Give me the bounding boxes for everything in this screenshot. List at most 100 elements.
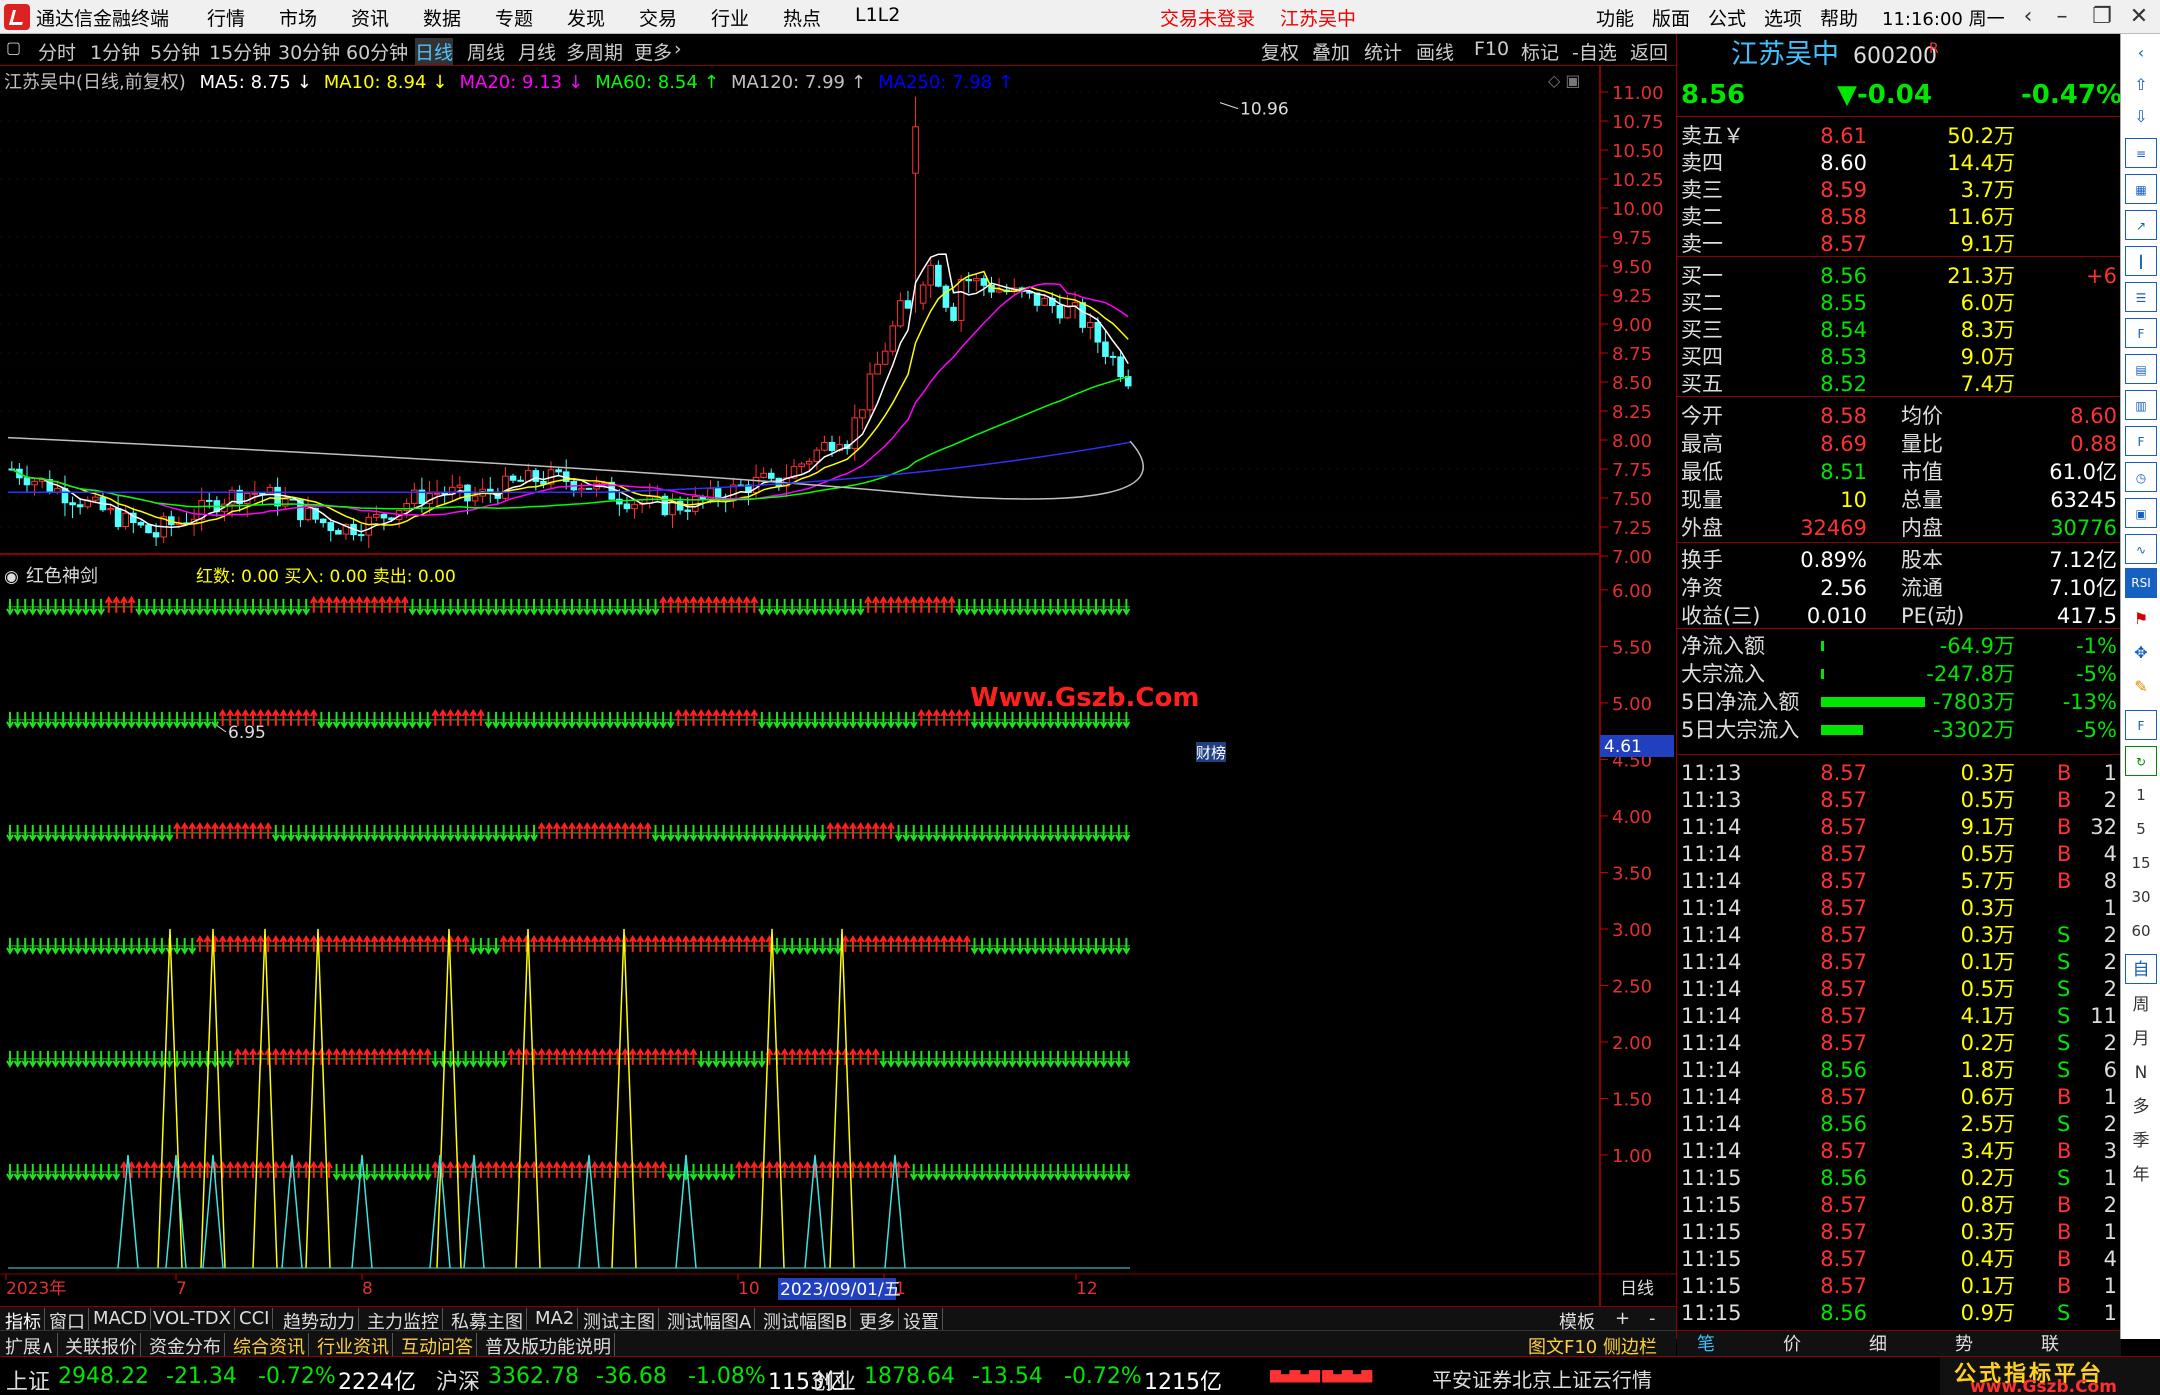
period-30min[interactable]: 30分钟 bbox=[278, 38, 340, 65]
back-icon[interactable]: ‹ bbox=[2011, 2, 2045, 32]
buy-arrow bbox=[750, 708, 759, 726]
menu-jiaoyi[interactable]: 交易 bbox=[639, 4, 677, 31]
f2-icon[interactable]: F bbox=[2125, 426, 2157, 456]
flow-label: 大宗流入 bbox=[1681, 662, 1765, 686]
menu-bangzhu[interactable]: 帮助 bbox=[1820, 4, 1858, 31]
calendar-icon[interactable]: ▣ bbox=[2125, 498, 2157, 528]
list-icon[interactable]: ≡ bbox=[2125, 138, 2157, 168]
menu-shichang[interactable]: 市场 bbox=[279, 4, 317, 31]
period-30-icon[interactable]: 30 bbox=[2125, 882, 2157, 912]
report-icon[interactable]: ▥ bbox=[2125, 390, 2157, 420]
restore-icon[interactable]: ❐ bbox=[2085, 2, 2119, 32]
buy-arrow bbox=[682, 595, 690, 613]
side-tool-2[interactable]: 月 bbox=[2125, 1024, 2157, 1054]
side-tool-0[interactable]: 自 bbox=[2125, 954, 2157, 984]
up-arrow-icon[interactable]: ⇧ bbox=[2125, 70, 2157, 100]
period-fenshi[interactable]: 分时 bbox=[38, 38, 76, 65]
period-more[interactable]: 更多 bbox=[634, 38, 672, 65]
collapse-left-icon[interactable]: ‹ bbox=[2125, 38, 2157, 68]
menu-redian[interactable]: 热点 bbox=[783, 4, 821, 31]
index-name-0[interactable]: 上证 bbox=[6, 1364, 50, 1395]
tab-lian[interactable]: 联 bbox=[2041, 1331, 2059, 1359]
tool-f10[interactable]: F10 bbox=[1474, 38, 1509, 60]
add-button[interactable]: + bbox=[1612, 1308, 1633, 1329]
menu-hangye[interactable]: 行业 bbox=[711, 4, 749, 31]
menu-gongneng[interactable]: 功能 bbox=[1596, 4, 1634, 31]
chevron-right-icon[interactable]: › bbox=[674, 38, 682, 60]
period-daily[interactable]: 日线 bbox=[415, 38, 454, 65]
menu-gongshi[interactable]: 公式 bbox=[1708, 4, 1746, 31]
tool-huaxian[interactable]: 画线 bbox=[1416, 38, 1454, 65]
f5-icon[interactable]: F bbox=[2125, 710, 2157, 740]
menu-hangqing[interactable]: 行情 bbox=[207, 4, 245, 31]
news-icon[interactable]: ☰ bbox=[2125, 282, 2157, 312]
menu-xuanxiang[interactable]: 选项 bbox=[1764, 4, 1802, 31]
layout-icon[interactable]: ▢ bbox=[6, 38, 21, 57]
side-tool-1[interactable]: 周 bbox=[2125, 990, 2157, 1020]
side-tool-4[interactable]: 多 bbox=[2125, 1092, 2157, 1122]
move-icon[interactable]: ✥ bbox=[2125, 638, 2157, 668]
tool-zixuan[interactable]: -自选 bbox=[1572, 38, 1617, 65]
alert-icon[interactable]: ⚑ bbox=[2125, 604, 2157, 634]
period-multi[interactable]: 多周期 bbox=[566, 38, 623, 65]
pencil-icon[interactable]: ✎ bbox=[2125, 672, 2157, 702]
f10-icon[interactable]: F bbox=[2125, 318, 2157, 348]
buy-arrow bbox=[917, 934, 926, 952]
side-tool-6[interactable]: 年 bbox=[2125, 1160, 2157, 1190]
menu-l1l2[interactable]: L1L2 bbox=[855, 4, 900, 26]
period-60min[interactable]: 60分钟 bbox=[346, 38, 408, 65]
tab-8[interactable]: MA2 bbox=[532, 1308, 579, 1329]
tick-row-11: 11:14 8.56 1.8万 S 6 bbox=[1677, 1056, 2121, 1084]
period-5-icon[interactable]: 5 bbox=[2125, 814, 2157, 844]
kline-icon[interactable]: ┃ bbox=[2125, 246, 2157, 276]
side-tool-5[interactable]: 季 bbox=[2125, 1126, 2157, 1156]
rsi-icon[interactable]: RSI bbox=[2125, 568, 2157, 598]
tool-biaoji[interactable]: 标记 bbox=[1521, 38, 1559, 65]
tab-4[interactable]: CCI bbox=[236, 1308, 274, 1329]
index-name-1[interactable]: 沪深 bbox=[436, 1364, 480, 1395]
period-monthly[interactable]: 月线 bbox=[518, 38, 556, 65]
index-name-2[interactable]: 创业 bbox=[812, 1364, 856, 1395]
line-chart-icon[interactable]: ↗ bbox=[2125, 210, 2157, 240]
buy-arrow bbox=[492, 1160, 500, 1178]
indicator-icon[interactable]: ∿ bbox=[2125, 534, 2157, 564]
menu-zhuanti[interactable]: 专题 bbox=[495, 4, 533, 31]
period-15min[interactable]: 15分钟 bbox=[209, 38, 271, 65]
tab-xi[interactable]: 细 bbox=[1869, 1331, 1887, 1359]
login-status[interactable]: 交易未登录 bbox=[1160, 4, 1255, 31]
tool-fanhui[interactable]: 返回 bbox=[1630, 38, 1668, 65]
period-1min[interactable]: 1分钟 bbox=[90, 38, 140, 65]
kline-chart[interactable]: 11.00 10.75 10.50 10.25 10.00 9.75 9.50 9.25 9.0… bbox=[0, 66, 1676, 1306]
period-60-icon[interactable]: 60 bbox=[2125, 916, 2157, 946]
menu-banmian[interactable]: 版面 bbox=[1652, 4, 1690, 31]
down-arrow-icon[interactable]: ⇩ bbox=[2125, 102, 2157, 132]
tab-jia[interactable]: 价 bbox=[1783, 1331, 1801, 1359]
tool-fuquan[interactable]: 复权 bbox=[1261, 38, 1299, 65]
tab-bi[interactable]: 笔 bbox=[1697, 1331, 1715, 1359]
close-icon[interactable]: ✕ bbox=[2122, 2, 2156, 32]
menu-zixun[interactable]: 资讯 bbox=[351, 4, 389, 31]
candle-body bbox=[798, 463, 805, 468]
tab-3[interactable]: VOL-TDX bbox=[150, 1308, 235, 1329]
period-5min[interactable]: 5分钟 bbox=[150, 38, 200, 65]
ind-ytick-label: 2.00 bbox=[1612, 1033, 1652, 1054]
period-1-icon[interactable]: 1 bbox=[2125, 780, 2157, 810]
tab-shi[interactable]: 势 bbox=[1955, 1331, 1973, 1359]
menu-faxian[interactable]: 发现 bbox=[567, 4, 605, 31]
candle-body bbox=[866, 373, 874, 411]
menu-shuju[interactable]: 数据 bbox=[423, 4, 461, 31]
tab-2[interactable]: MACD bbox=[90, 1308, 151, 1329]
tool-tongji[interactable]: 统计 bbox=[1364, 38, 1402, 65]
table-icon[interactable]: ▦ bbox=[2125, 174, 2157, 204]
stat-value-2: 63245 bbox=[2050, 488, 2117, 512]
period-weekly[interactable]: 周线 bbox=[467, 38, 505, 65]
clock-icon[interactable]: ◷ bbox=[2125, 462, 2157, 492]
doc-icon[interactable]: ▤ bbox=[2125, 354, 2157, 384]
tool-diejia[interactable]: 叠加 bbox=[1312, 38, 1350, 65]
minimize-icon[interactable]: – bbox=[2045, 2, 2079, 32]
remove-button[interactable]: - bbox=[1646, 1308, 1659, 1329]
period-15-icon[interactable]: 15 bbox=[2125, 848, 2157, 878]
candle-body bbox=[889, 325, 897, 352]
side-tool-3[interactable]: N bbox=[2125, 1058, 2157, 1088]
refresh-icon[interactable]: ↻ bbox=[2125, 746, 2157, 776]
